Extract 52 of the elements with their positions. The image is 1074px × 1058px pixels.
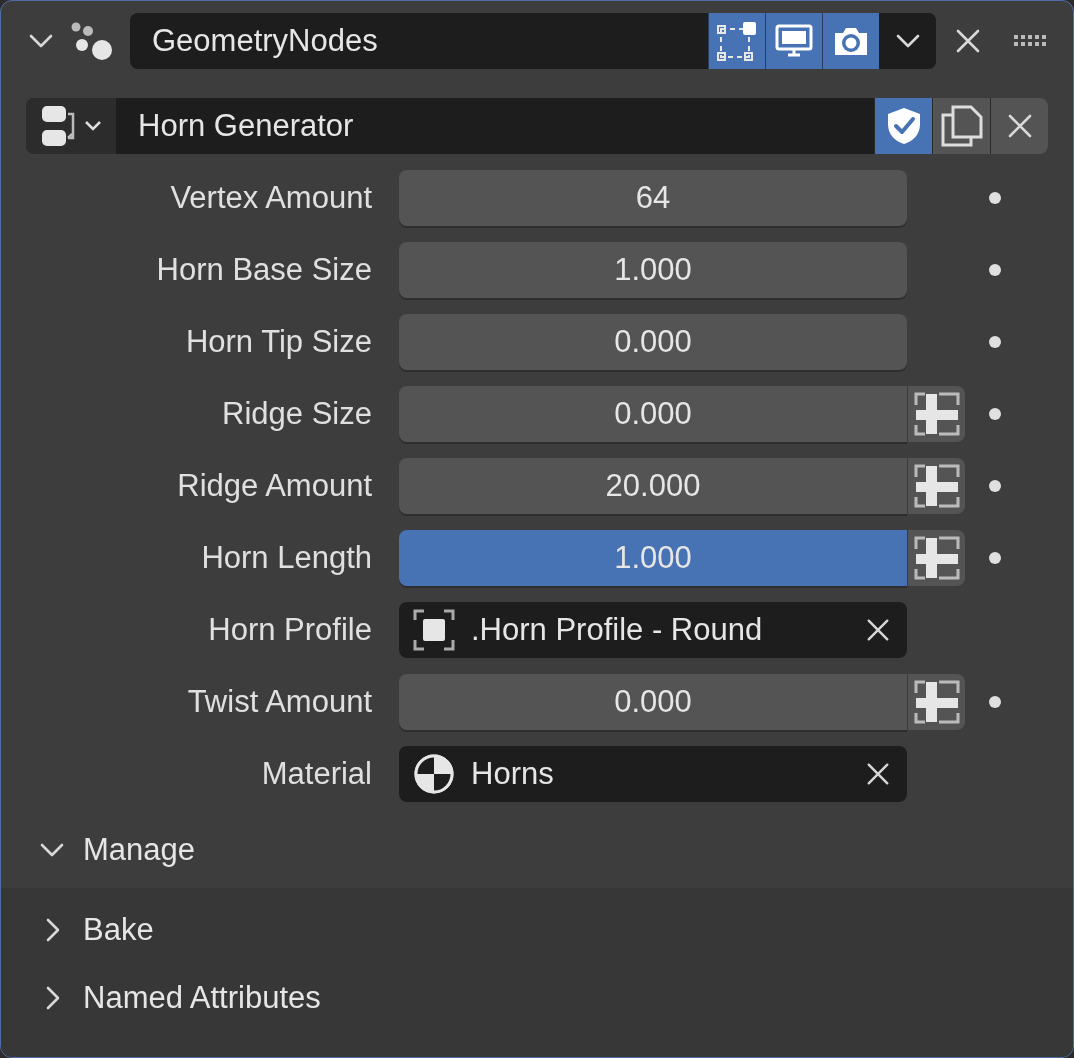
- modifier-toggle-button[interactable]: [765, 13, 822, 69]
- parameter-label: Horn Tip Size: [184, 324, 373, 360]
- parameter-label: Twist Amount: [186, 684, 373, 720]
- attribute-toggle-button[interactable]: [907, 674, 965, 730]
- attribute-toggle-button[interactable]: [907, 530, 965, 586]
- parameter-label: Horn Length: [200, 540, 373, 576]
- keyframe-dot[interactable]: [989, 552, 1001, 564]
- attribute-toggle-icon: [912, 535, 961, 581]
- drag-grip-icon[interactable]: [1014, 33, 1048, 49]
- parameter-label: Ridge Size: [221, 396, 373, 432]
- number-field[interactable]: 1.000: [399, 530, 907, 586]
- fake-user-button[interactable]: [874, 98, 932, 154]
- object-icon: [413, 609, 455, 651]
- vertex-square-icon: [716, 20, 758, 62]
- modifier-toggle-button[interactable]: [708, 13, 765, 69]
- monitor-icon: [774, 23, 814, 59]
- number-field[interactable]: 64: [399, 170, 907, 226]
- duplicate-button[interactable]: [932, 98, 990, 154]
- copy-icon: [940, 105, 983, 147]
- parameter-label: Horn Profile: [207, 612, 373, 648]
- parameter-label: Material: [260, 756, 373, 792]
- number-field[interactable]: 1.000: [399, 242, 907, 298]
- keyframe-dot[interactable]: [989, 192, 1001, 204]
- number-field[interactable]: 0.000: [399, 386, 907, 442]
- attribute-toggle-icon: [912, 463, 961, 509]
- parameter-label: Vertex Amount: [169, 180, 373, 216]
- close-icon: [865, 617, 891, 643]
- keyframe-dot[interactable]: [989, 408, 1001, 420]
- node-group-name-field[interactable]: Horn Generator: [116, 98, 874, 154]
- keyframe-dot[interactable]: [989, 480, 1001, 492]
- close-icon: [954, 27, 982, 55]
- keyframe-dot[interactable]: [989, 336, 1001, 348]
- shield-check-icon: [885, 106, 922, 146]
- material-sphere-icon: [413, 753, 455, 795]
- keyframe-dot[interactable]: [989, 696, 1001, 708]
- data-block-field[interactable]: Horns: [399, 746, 907, 802]
- close-icon: [865, 761, 891, 787]
- unlink-button[interactable]: [990, 98, 1048, 154]
- parameter-label: Ridge Amount: [176, 468, 373, 504]
- modifier-toggle-button[interactable]: [822, 13, 879, 69]
- parameter-label: Horn Base Size: [155, 252, 373, 288]
- attribute-toggle-icon: [912, 679, 961, 725]
- attribute-toggle-button[interactable]: [907, 458, 965, 514]
- keyframe-dot[interactable]: [989, 264, 1001, 276]
- caret-icon: [84, 120, 102, 132]
- data-block-field[interactable]: .Horn Profile - Round: [399, 602, 907, 658]
- number-field[interactable]: 20.000: [399, 458, 907, 514]
- modifier-name-field[interactable]: GeometryNodes: [130, 13, 936, 69]
- number-field[interactable]: 0.000: [399, 314, 907, 370]
- attribute-toggle-button[interactable]: [907, 386, 965, 442]
- attribute-toggle-icon: [912, 391, 961, 437]
- number-field[interactable]: 0.000: [399, 674, 907, 730]
